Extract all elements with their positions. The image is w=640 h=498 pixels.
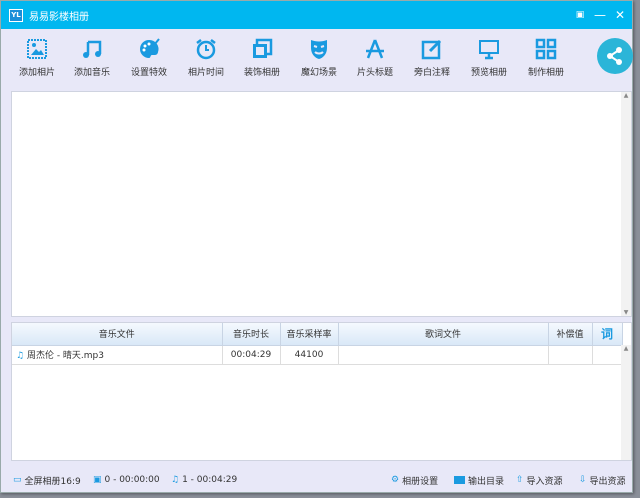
title-a-icon — [366, 39, 384, 59]
toolbar-button-image[interactable]: 添加相片 — [9, 37, 65, 78]
import-label: 导入资源 — [526, 476, 563, 487]
toolbar-button-grid[interactable]: 制作相册 — [518, 37, 574, 78]
toolbar-button-palette[interactable]: 设置特效 — [121, 37, 177, 78]
toolbar-label: 装饰相册 — [243, 68, 280, 78]
music-duration: 00:04:29 — [222, 345, 281, 365]
share-button[interactable] — [597, 38, 633, 74]
toolbar-button-alarm-clock[interactable]: 相片时间 — [178, 37, 234, 78]
col-offset[interactable]: 补偿值 — [548, 323, 593, 346]
photo-count: ▣ 0 - 00:00:00 — [93, 475, 160, 485]
toolbar-label: 添加音乐 — [73, 68, 110, 78]
menu-button[interactable]: ▣ — [572, 9, 588, 21]
offset-value[interactable] — [548, 345, 593, 365]
image-icon — [27, 39, 47, 59]
col-lyrics-file[interactable]: 歌词文件 — [338, 323, 549, 346]
import-button[interactable]: ⇧ 导入资源 — [516, 474, 563, 487]
layers-icon — [253, 38, 273, 58]
image-icon: ▣ — [93, 475, 102, 485]
monitor-icon — [479, 40, 499, 60]
music-icon: ♫ — [171, 475, 180, 485]
window-title: 易易影楼相册 — [29, 11, 89, 23]
toolbar-button-title-a[interactable]: 片头标题 — [347, 37, 403, 78]
status-bar: ▭ 全屏相册16:9 ▣ 0 - 00:00:00 ♫ 1 - 00:04:29 ⚙ 相… — [1, 467, 632, 493]
toolbar-label: 预览相册 — [470, 68, 507, 78]
gear-icon: ⚙ — [391, 475, 400, 485]
grid-icon — [535, 38, 557, 60]
lyrics-cell[interactable] — [592, 345, 623, 365]
album-settings-button[interactable]: ⚙ 相册设置 — [391, 474, 438, 487]
app-window: YL 易易影楼相册 ▣ — ✕ 添加相片 添加音乐 设置特效 相片时间 装饰相册 魔幻场景… — [0, 0, 633, 493]
toolbar-button-edit[interactable]: 旁白注释 — [404, 37, 460, 78]
close-button[interactable]: ✕ — [612, 9, 628, 21]
aspect-button[interactable]: ▭ 全屏相册16:9 — [13, 474, 81, 487]
toolbar-label: 旁白注释 — [413, 68, 450, 78]
table-row[interactable]: ♫ 周杰伦 - 晴天.mp3 00:04:29 44100 — [12, 345, 623, 365]
album-settings-label: 相册设置 — [402, 476, 439, 487]
music-count-label: 1 - 00:04:29 — [182, 475, 238, 485]
share-icon — [607, 47, 622, 65]
toolbar-label: 片头标题 — [356, 68, 393, 78]
alarm-clock-icon — [196, 39, 216, 60]
table-header: 音乐文件 音乐时长 音乐采样率 歌词文件 补偿值 词 — [12, 323, 623, 346]
export-label: 导出资源 — [589, 476, 626, 487]
toolbar-label: 设置特效 — [130, 68, 167, 78]
toolbar-label: 魔幻场景 — [300, 68, 337, 78]
music-table: 音乐文件 音乐时长 音乐采样率 歌词文件 补偿值 词 ♫ 周杰伦 - 晴天.mp… — [11, 322, 632, 461]
music-note-icon: ♫ — [16, 351, 25, 361]
toolbar-button-music[interactable]: 添加音乐 — [64, 37, 120, 78]
toolbar: 添加相片 添加音乐 设置特效 相片时间 装饰相册 魔幻场景 片头标题 旁白注释 预览相册 制作相册 — [1, 29, 632, 85]
toolbar-label: 相片时间 — [187, 68, 224, 78]
toolbar-button-layers[interactable]: 装饰相册 — [234, 37, 290, 78]
mask-icon — [311, 40, 327, 59]
music-file-name: 周杰伦 - 晴天.mp3 — [26, 351, 104, 361]
col-duration[interactable]: 音乐时长 — [222, 323, 281, 346]
lyrics-icon[interactable]: 词 — [592, 323, 623, 346]
output-folder-button[interactable]: 输出目录 — [454, 474, 504, 487]
lyrics-file[interactable] — [338, 345, 549, 365]
palette-icon — [139, 38, 160, 58]
col-sample-rate[interactable]: 音乐采样率 — [280, 323, 339, 346]
folder-icon — [454, 476, 465, 484]
download-icon: ⇩ — [579, 475, 587, 485]
edit-icon — [421, 39, 442, 60]
minimize-button[interactable]: — — [592, 9, 608, 21]
music-sample-rate: 44100 — [280, 345, 339, 365]
table-scrollbar[interactable]: ▲ — [621, 345, 631, 460]
photo-count-label: 0 - 00:00:00 — [104, 475, 160, 485]
photo-scrollbar[interactable]: ▲ ▼ — [621, 92, 631, 316]
toolbar-button-mask[interactable]: 魔幻场景 — [291, 37, 347, 78]
upload-icon: ⇧ — [516, 475, 524, 485]
toolbar-label: 制作相册 — [527, 68, 564, 78]
aspect-label: 全屏相册16:9 — [24, 476, 81, 487]
toolbar-label: 添加相片 — [18, 68, 55, 78]
app-logo: YL — [9, 8, 23, 22]
music-icon — [83, 40, 102, 58]
title-bar: YL 易易影楼相册 ▣ — ✕ — [1, 1, 632, 29]
photo-list-area[interactable]: ▲ ▼ — [11, 91, 632, 317]
col-music-file[interactable]: 音乐文件 — [12, 323, 223, 346]
music-count: ♫ 1 - 00:04:29 — [171, 475, 237, 485]
monitor-icon: ▭ — [13, 475, 22, 485]
output-folder-label: 输出目录 — [468, 476, 505, 487]
toolbar-button-monitor[interactable]: 预览相册 — [461, 37, 517, 78]
export-button[interactable]: ⇩ 导出资源 — [579, 474, 626, 487]
